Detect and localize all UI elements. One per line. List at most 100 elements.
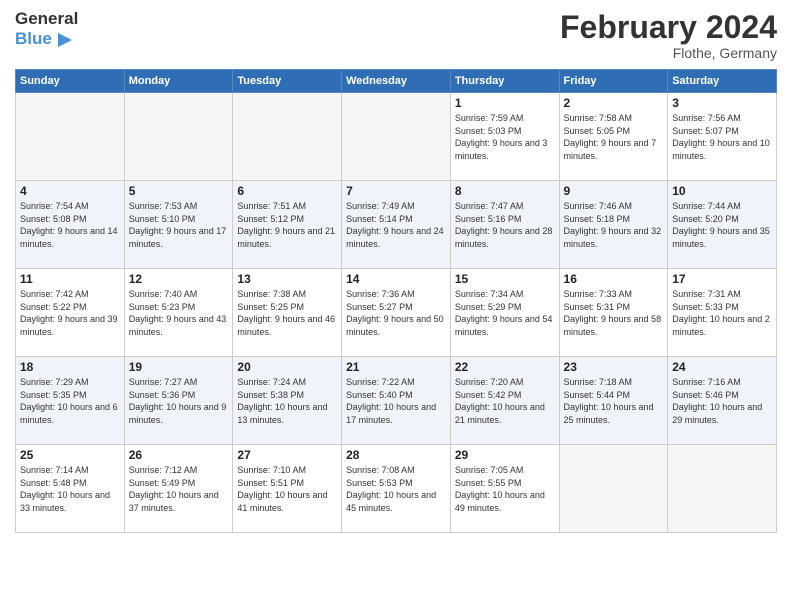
calendar-cell [124,93,233,181]
calendar-cell: 15 Sunrise: 7:34 AMSunset: 5:29 PMDayligh… [450,269,559,357]
calendar-cell [342,93,451,181]
day-number: 18 [20,360,120,374]
day-number: 23 [564,360,664,374]
calendar-cell: 17 Sunrise: 7:31 AMSunset: 5:33 PMDayligh… [668,269,777,357]
calendar-cell: 12Sunrise: 7:40 AMSunset: 5:23 PMDayligh… [124,269,233,357]
day-info: Sunrise: 7:56 AMSunset: 5:07 PMDaylight:… [672,112,772,162]
day-info: Sunrise: 7:36 AMSunset: 5:27 PMDaylight:… [346,288,446,338]
col-thursday: Thursday [450,70,559,93]
day-number: 3 [672,96,772,110]
calendar-cell: 3 Sunrise: 7:56 AMSunset: 5:07 PMDaylight… [668,93,777,181]
col-wednesday: Wednesday [342,70,451,93]
logo-general: General [15,10,78,29]
calendar-header-row: Sunday Monday Tuesday Wednesday Thursday… [16,70,777,93]
day-number: 24 [672,360,772,374]
day-number: 12 [129,272,229,286]
calendar-cell: 29Sunrise: 7:05 AMSunset: 5:55 PMDayligh… [450,445,559,533]
calendar-cell: 6Sunrise: 7:51 AMSunset: 5:12 PMDaylight… [233,181,342,269]
header: General Blue February 2024 Flothe, Germa… [15,10,777,61]
day-number: 7 [346,184,446,198]
calendar-cell: 16 Sunrise: 7:33 AMSunset: 5:31 PMDayligh… [559,269,668,357]
day-info: Sunrise: 7:42 AMSunset: 5:22 PMDaylight:… [20,288,120,338]
day-info: Sunrise: 7:14 AMSunset: 5:48 PMDaylight:… [20,464,120,514]
day-number: 4 [20,184,120,198]
calendar-week-row: 25Sunrise: 7:14 AMSunset: 5:48 PMDayligh… [16,445,777,533]
col-monday: Monday [124,70,233,93]
col-sunday: Sunday [16,70,125,93]
calendar-cell: 25Sunrise: 7:14 AMSunset: 5:48 PMDayligh… [16,445,125,533]
calendar-cell: 27 Sunrise: 7:10 AMSunset: 5:51 PMDayligh… [233,445,342,533]
calendar-cell: 9 Sunrise: 7:46 AMSunset: 5:18 PMDaylight… [559,181,668,269]
day-info: Sunrise: 7:33 AMSunset: 5:31 PMDaylight:… [564,288,664,338]
day-number: 15 [455,272,555,286]
day-number: 13 [237,272,337,286]
day-info: Sunrise: 7:38 AMSunset: 5:25 PMDaylight:… [237,288,337,338]
day-number: 8 [455,184,555,198]
day-info: Sunrise: 7:46 AMSunset: 5:18 PMDaylight:… [564,200,664,250]
day-info: Sunrise: 7:10 AMSunset: 5:51 PMDaylight:… [237,464,337,514]
calendar-cell: 14 Sunrise: 7:36 AMSunset: 5:27 PMDayligh… [342,269,451,357]
col-tuesday: Tuesday [233,70,342,93]
calendar-cell: 13 Sunrise: 7:38 AMSunset: 5:25 PMDayligh… [233,269,342,357]
day-number: 5 [129,184,229,198]
calendar-cell: 23 Sunrise: 7:18 AMSunset: 5:44 PMDayligh… [559,357,668,445]
col-saturday: Saturday [668,70,777,93]
day-number: 16 [564,272,664,286]
calendar-week-row: 18Sunrise: 7:29 AMSunset: 5:35 PMDayligh… [16,357,777,445]
calendar-cell [559,445,668,533]
day-number: 17 [672,272,772,286]
day-number: 21 [346,360,446,374]
calendar-cell: 8 Sunrise: 7:47 AMSunset: 5:16 PMDaylight… [450,181,559,269]
calendar-cell [16,93,125,181]
day-number: 9 [564,184,664,198]
day-info: Sunrise: 7:58 AMSunset: 5:05 PMDaylight:… [564,112,664,162]
day-number: 28 [346,448,446,462]
calendar-cell: 7Sunrise: 7:49 AMSunset: 5:14 PMDaylight… [342,181,451,269]
day-number: 20 [237,360,337,374]
day-info: Sunrise: 7:31 AMSunset: 5:33 PMDaylight:… [672,288,772,338]
day-info: Sunrise: 7:08 AMSunset: 5:53 PMDaylight:… [346,464,446,514]
day-info: Sunrise: 7:34 AMSunset: 5:29 PMDaylight:… [455,288,555,338]
day-info: Sunrise: 7:22 AMSunset: 5:40 PMDaylight:… [346,376,446,426]
month-title: February 2024 [560,10,777,45]
day-number: 19 [129,360,229,374]
calendar-cell: 2 Sunrise: 7:58 AMSunset: 5:05 PMDaylight… [559,93,668,181]
day-number: 22 [455,360,555,374]
main-container: General Blue February 2024 Flothe, Germa… [0,0,792,538]
day-number: 27 [237,448,337,462]
calendar-week-row: 11 Sunrise: 7:42 AMSunset: 5:22 PMDayligh… [16,269,777,357]
logo-blue: Blue [15,30,52,49]
day-info: Sunrise: 7:18 AMSunset: 5:44 PMDaylight:… [564,376,664,426]
day-number: 26 [129,448,229,462]
day-number: 14 [346,272,446,286]
calendar-cell: 1 Sunrise: 7:59 AMSunset: 5:03 PMDaylight… [450,93,559,181]
calendar-cell [233,93,342,181]
calendar-cell: 26 Sunrise: 7:12 AMSunset: 5:49 PMDayligh… [124,445,233,533]
day-info: Sunrise: 7:24 AMSunset: 5:38 PMDaylight:… [237,376,337,426]
day-info: Sunrise: 7:16 AMSunset: 5:46 PMDaylight:… [672,376,772,426]
calendar-week-row: 1 Sunrise: 7:59 AMSunset: 5:03 PMDaylight… [16,93,777,181]
calendar-cell: 20 Sunrise: 7:24 AMSunset: 5:38 PMDayligh… [233,357,342,445]
day-info: Sunrise: 7:59 AMSunset: 5:03 PMDaylight:… [455,112,555,162]
day-number: 11 [20,272,120,286]
day-number: 10 [672,184,772,198]
logo-icon [54,29,76,51]
title-group: February 2024 Flothe, Germany [560,10,777,61]
day-number: 1 [455,96,555,110]
day-info: Sunrise: 7:12 AMSunset: 5:49 PMDaylight:… [129,464,229,514]
day-info: Sunrise: 7:27 AMSunset: 5:36 PMDaylight:… [129,376,229,426]
day-info: Sunrise: 7:54 AMSunset: 5:08 PMDaylight:… [20,200,120,250]
day-number: 29 [455,448,555,462]
day-number: 6 [237,184,337,198]
day-number: 2 [564,96,664,110]
calendar-cell: 28 Sunrise: 7:08 AMSunset: 5:53 PMDayligh… [342,445,451,533]
col-friday: Friday [559,70,668,93]
calendar-cell: 10Sunrise: 7:44 AMSunset: 5:20 PMDayligh… [668,181,777,269]
calendar-cell: 18Sunrise: 7:29 AMSunset: 5:35 PMDayligh… [16,357,125,445]
logo: General Blue [15,10,78,51]
day-info: Sunrise: 7:47 AMSunset: 5:16 PMDaylight:… [455,200,555,250]
day-info: Sunrise: 7:20 AMSunset: 5:42 PMDaylight:… [455,376,555,426]
calendar-cell: 11 Sunrise: 7:42 AMSunset: 5:22 PMDayligh… [16,269,125,357]
calendar-week-row: 4 Sunrise: 7:54 AMSunset: 5:08 PMDaylight… [16,181,777,269]
calendar-cell: 24 Sunrise: 7:16 AMSunset: 5:46 PMDayligh… [668,357,777,445]
